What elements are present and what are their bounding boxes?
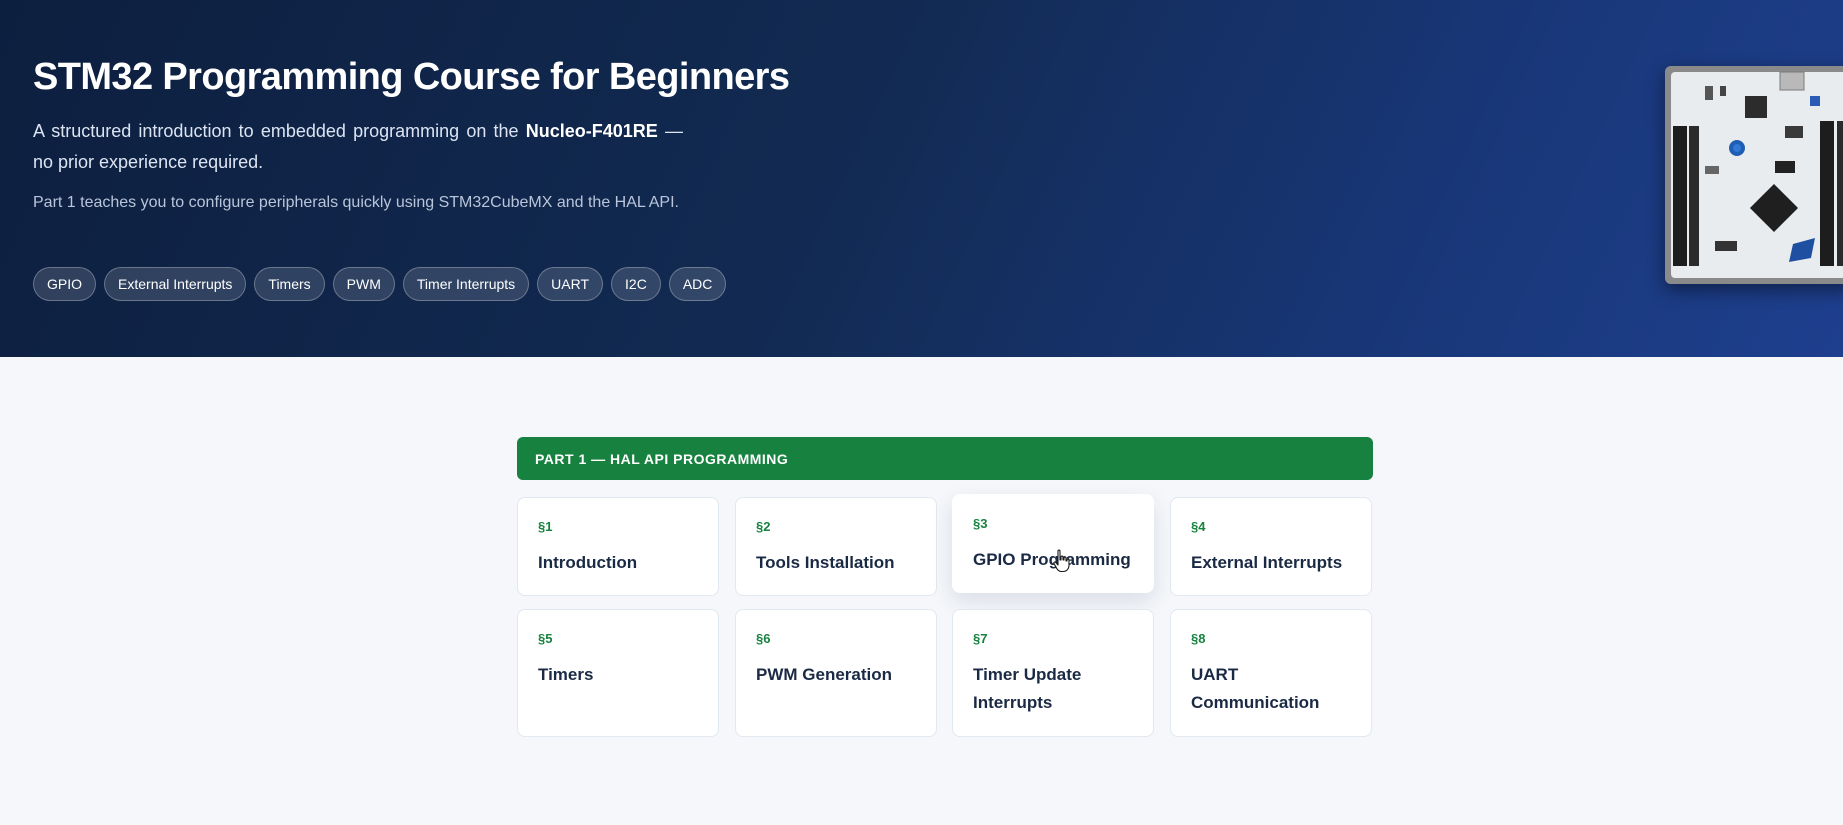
lesson-number: §7 bbox=[973, 631, 988, 646]
tag-pwm[interactable]: PWM bbox=[332, 267, 395, 301]
lesson-card-6[interactable]: §6 PWM Generation bbox=[735, 609, 937, 737]
tag-external-interrupts[interactable]: External Interrupts bbox=[104, 267, 247, 301]
lesson-number: §5 bbox=[538, 631, 553, 646]
tag-gpio[interactable]: GPIO bbox=[33, 267, 97, 301]
lesson-title: External Interrupts bbox=[1191, 553, 1343, 572]
nucleo-board-image bbox=[1665, 66, 1843, 284]
hero-lead-prefix: A structured introduction to embedded pr… bbox=[33, 121, 526, 141]
tag-timer-interrupts[interactable]: Timer Interrupts bbox=[402, 267, 530, 301]
lesson-card-1[interactable]: §1 Introduction bbox=[517, 497, 719, 596]
hero-banner: STM32 Programming Course for Beginners A… bbox=[0, 0, 1843, 357]
tag-timers[interactable]: Timers bbox=[254, 267, 325, 301]
lesson-title: Timer Update Interrupts bbox=[973, 665, 1082, 712]
lesson-title: UART Communication bbox=[1191, 665, 1320, 712]
lesson-title: PWM Generation bbox=[756, 665, 893, 684]
lesson-card-7[interactable]: §7 Timer Update Interrupts bbox=[952, 609, 1154, 737]
lesson-number: §2 bbox=[756, 519, 771, 534]
lesson-number: §3 bbox=[973, 516, 988, 531]
nucleo-board-illustration bbox=[1665, 66, 1843, 284]
lesson-card-4[interactable]: §4 External Interrupts bbox=[1170, 497, 1372, 596]
tag-i2c[interactable]: I2C bbox=[611, 267, 661, 301]
lesson-title: Introduction bbox=[538, 553, 638, 572]
lesson-number: §4 bbox=[1191, 519, 1206, 534]
lesson-card-2[interactable]: §2 Tools Installation bbox=[735, 497, 937, 596]
topic-tags: GPIO External Interrupts Timers PWM Time… bbox=[33, 267, 727, 301]
tag-adc[interactable]: ADC bbox=[668, 267, 727, 301]
lesson-number: §8 bbox=[1191, 631, 1206, 646]
lesson-title: Timers bbox=[538, 665, 594, 684]
lesson-number: §6 bbox=[756, 631, 771, 646]
part-1-header: PART 1 — HAL API PROGRAMMING bbox=[517, 437, 1373, 480]
hero-lead-board: Nucleo-F401RE bbox=[525, 121, 658, 141]
lesson-card-3[interactable]: §3 GPIO Programming bbox=[952, 494, 1154, 593]
lesson-card-5[interactable]: §5 Timers bbox=[517, 609, 719, 737]
hand-cursor-icon bbox=[1053, 549, 1070, 573]
lesson-title: Tools Installation bbox=[756, 553, 895, 572]
lesson-number: §1 bbox=[538, 519, 553, 534]
tag-uart[interactable]: UART bbox=[537, 267, 604, 301]
hero-lead: A structured introduction to embedded pr… bbox=[33, 116, 683, 178]
page-title: STM32 Programming Course for Beginners bbox=[33, 56, 790, 98]
lesson-card-8[interactable]: §8 UART Communication bbox=[1170, 609, 1372, 737]
hero-subtitle: Part 1 teaches you to configure peripher… bbox=[33, 194, 679, 211]
